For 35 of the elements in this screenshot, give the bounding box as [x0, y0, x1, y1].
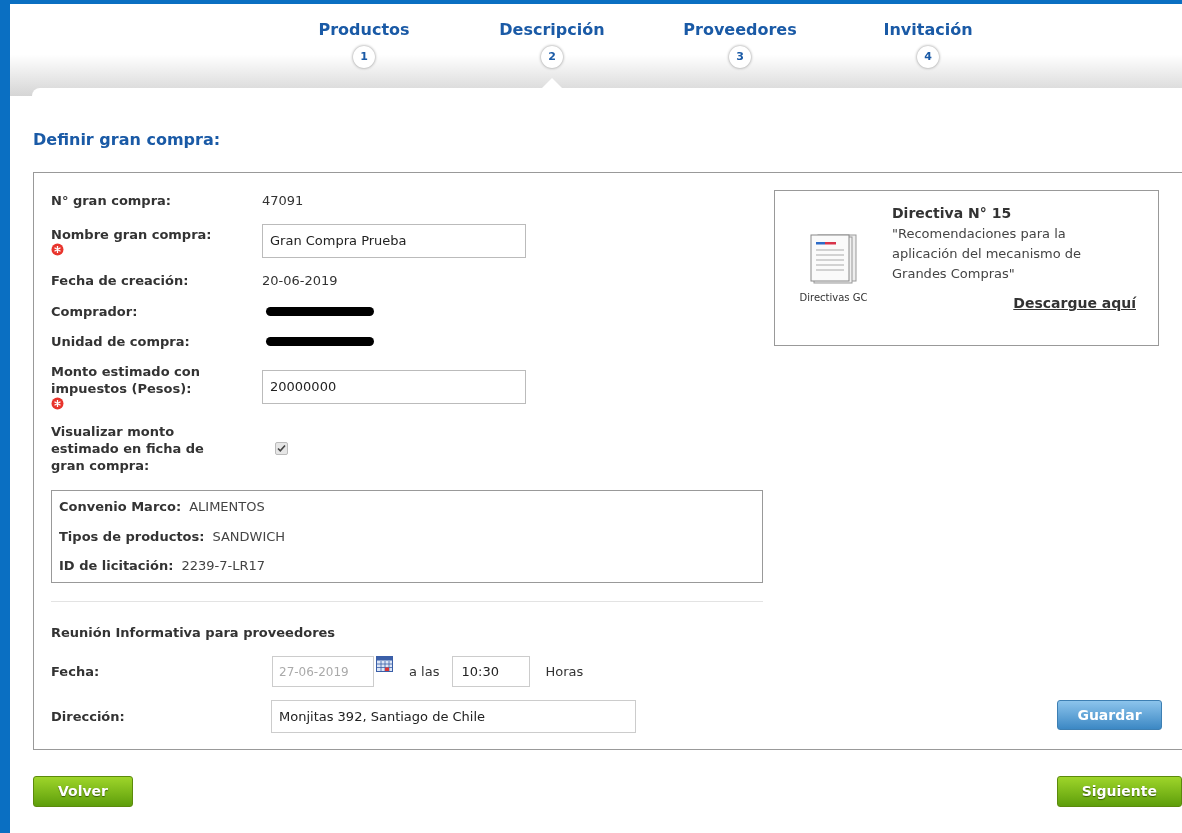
- text-field[interactable]: Gran Compra Prueba: [262, 223, 526, 258]
- field-label: Dirección:: [51, 707, 126, 726]
- info-label: Tipos de productos:: [59, 527, 205, 546]
- directive-title: Directiva N° 15: [892, 204, 1013, 223]
- required-icon: [51, 242, 64, 256]
- calendar-icon[interactable]: [376, 656, 393, 672]
- info-value: SANDWICH: [212, 527, 286, 546]
- time-unit: Horas: [545, 662, 584, 681]
- directive-description: "Recomendaciones para la aplicación del mecanismo de Grandes Compras": [892, 225, 1083, 283]
- download-link[interactable]: Descargue aquí: [1013, 293, 1136, 314]
- info-value: ALIMENTOS: [189, 498, 265, 516]
- field-value: 47091: [262, 192, 304, 210]
- field-label: Comprador:: [51, 303, 138, 320]
- info-label: ID de licitación:: [59, 557, 174, 575]
- step-tab[interactable]: Proveedores 3: [646, 18, 834, 88]
- field-value: 20-06-2019: [262, 271, 338, 290]
- step-tab[interactable]: Invitación 4: [834, 18, 1022, 88]
- info-label: Convenio Marco:: [59, 498, 182, 516]
- address-field[interactable]: Monjitas 392, Santiago de Chile: [271, 700, 636, 733]
- icon-caption: Directivas GC: [799, 291, 868, 305]
- section-title: Definir gran compra:: [33, 130, 221, 149]
- field-label: Monto estimado con impuestos (Pesos):: [51, 363, 201, 397]
- field-label: Unidad de compra:: [51, 333, 190, 350]
- field-label: Fecha de creación:: [51, 271, 189, 289]
- field-label: N° gran compra:: [51, 192, 172, 210]
- info-value: 2239-7-LR17: [181, 557, 265, 575]
- subsection-title: Reunión Informativa para proveedores: [51, 623, 337, 642]
- time-connector: a las: [409, 662, 440, 681]
- step-tab[interactable]: Productos 1: [270, 18, 458, 88]
- field-label: Visualizar monto estimado en ficha de gran compra:: [51, 424, 204, 473]
- text-field[interactable]: 20000000: [262, 369, 526, 404]
- field-label: Fecha:: [51, 662, 101, 681]
- checkbox[interactable]: [275, 442, 288, 455]
- required-icon: [51, 397, 64, 410]
- field-label: Nombre gran compra:: [51, 225, 212, 243]
